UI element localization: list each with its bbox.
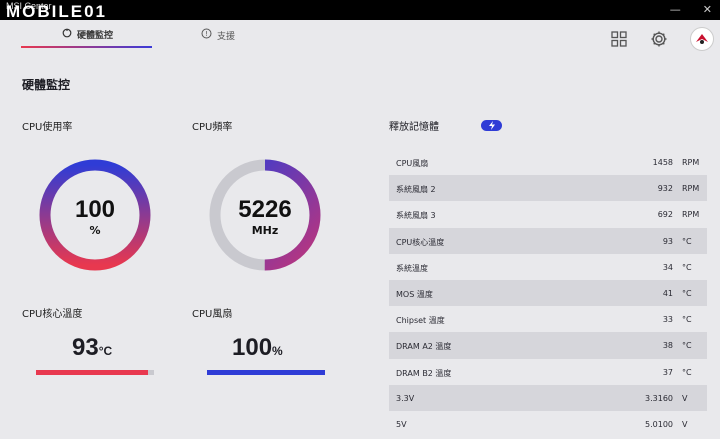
table-row: Chipset 溫度 33 °C <box>389 306 707 332</box>
tab-label: 支援 <box>217 31 236 42</box>
sensor-unit: °C <box>682 262 692 272</box>
grid-icon[interactable] <box>609 29 629 49</box>
table-row: CPU風扇 1458 RPM <box>389 149 707 175</box>
close-icon[interactable]: ✕ <box>703 3 712 16</box>
cpu-usage-value: 100 <box>74 196 116 223</box>
cpu-temp-value-group: 93°C <box>72 334 112 362</box>
release-memory-label: 釋放記憶體 <box>389 122 439 133</box>
cpu-usage-unit: % <box>89 224 101 237</box>
tab-hardware-monitor[interactable]: 硬體監控 <box>62 28 113 41</box>
sensor-name: 系統風扇 2 <box>396 185 436 195</box>
sensor-unit: °C <box>682 367 692 377</box>
sensor-unit: RPM <box>682 210 700 220</box>
sensor-name: 5V <box>396 419 407 429</box>
sensor-name: MOS 溫度 <box>396 289 433 299</box>
cpu-usage-label: CPU使用率 <box>22 122 73 133</box>
cpu-temp-label: CPU核心溫度 <box>22 309 83 320</box>
sensor-value: 1458 <box>652 158 673 167</box>
sensor-unit: °C <box>682 236 692 246</box>
tab-support[interactable]: ! 支援 <box>201 28 235 42</box>
sensor-value: 41 <box>662 288 673 298</box>
table-row: DRAM B2 溫度 37 °C <box>389 359 707 385</box>
refresh-icon <box>62 28 72 41</box>
sensor-table: CPU風扇 1458 RPM 系統風扇 2 932 RPM 系統風扇 3 692 RPM CPU核… <box>389 149 707 437</box>
cpu-freq-value: 5226 <box>238 196 292 223</box>
cpu-fan-unit: % <box>272 344 283 358</box>
tab-label: 硬體監控 <box>77 31 114 41</box>
sensor-value: 5.0100 <box>645 419 673 429</box>
table-row: 系統風扇 2 932 RPM <box>389 175 707 202</box>
cpu-fan-bar-fill <box>207 370 325 375</box>
sensor-value: 93 <box>662 236 673 246</box>
table-row: MOS 溫度 41 °C <box>389 279 707 307</box>
table-row: 5V 5.0100 V <box>389 411 707 437</box>
table-row: CPU核心溫度 93 °C <box>389 227 707 254</box>
cpu-temp-bar <box>36 370 154 375</box>
avatar[interactable] <box>690 27 714 51</box>
sensor-name: CPU核心溫度 <box>396 237 445 247</box>
cpu-fan-value: 100 <box>232 334 273 361</box>
svg-text:!: ! <box>205 30 208 38</box>
lightning-icon <box>488 121 495 130</box>
sensor-name: CPU風扇 <box>396 159 429 168</box>
cpu-fan-value-group: 100% <box>232 334 283 362</box>
sensor-unit: °C <box>682 315 692 325</box>
sensor-name: Chipset 溫度 <box>396 316 445 326</box>
cpu-temp-unit: °C <box>98 344 113 358</box>
sensor-value: 34 <box>662 262 673 272</box>
minimize-icon[interactable]: — <box>670 3 681 16</box>
cpu-fan-bar <box>207 370 325 375</box>
sensor-value: 38 <box>662 341 673 351</box>
sensor-value: 932 <box>657 184 673 194</box>
page-title: 硬體監控 <box>22 78 71 92</box>
sensor-name: DRAM A2 溫度 <box>396 342 452 352</box>
sensor-unit: V <box>682 393 688 403</box>
sensor-unit: RPM <box>682 158 700 167</box>
table-row: 系統溫度 34 °C <box>389 254 707 280</box>
sensor-value: 692 <box>657 210 673 220</box>
chat-icon: ! <box>201 28 212 42</box>
sensor-value: 33 <box>662 315 673 325</box>
active-tab-underline <box>21 46 152 48</box>
table-row: 系統風扇 3 692 RPM <box>389 201 707 227</box>
title-bar: MSI Center MOBILE01 — ✕ <box>0 0 720 20</box>
cpu-temp-bar-fill <box>36 370 149 375</box>
release-memory-button[interactable] <box>481 120 502 131</box>
sensor-name: 3.3V <box>396 393 415 403</box>
cpu-usage-gauge: 100 % <box>38 158 152 272</box>
sensor-unit: V <box>682 419 688 429</box>
cpu-freq-gauge: 5226 MHz <box>208 158 322 272</box>
sensor-name: 系統風扇 3 <box>396 211 436 221</box>
sensor-value: 3.3160 <box>645 393 673 403</box>
sensor-unit: RPM <box>682 184 700 194</box>
window-controls: — ✕ <box>670 3 712 16</box>
cpu-freq-unit: MHz <box>251 224 279 237</box>
sensor-value: 37 <box>662 367 673 377</box>
table-row: DRAM A2 溫度 38 °C <box>389 332 707 359</box>
sensor-name: DRAM B2 溫度 <box>396 368 452 378</box>
sensor-unit: °C <box>682 341 692 351</box>
cpu-fan-label: CPU風扇 <box>192 309 233 320</box>
watermark-logo: MOBILE01 <box>6 2 108 21</box>
sensor-name: 系統溫度 <box>396 263 428 273</box>
cpu-temp-value: 93 <box>72 334 99 361</box>
sensor-unit: °C <box>682 288 692 298</box>
cpu-freq-label: CPU頻率 <box>192 122 233 133</box>
header: 硬體監控 ! 支援 <box>0 20 720 58</box>
gear-icon[interactable] <box>649 29 669 49</box>
table-row: 3.3V 3.3160 V <box>389 384 707 411</box>
